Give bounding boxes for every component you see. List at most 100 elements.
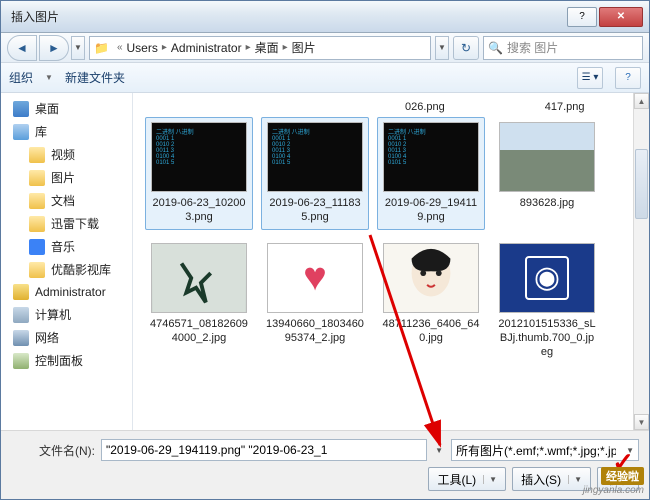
tools-label: 工具(L) bbox=[437, 471, 476, 488]
sidebar-item-label: 控制面板 bbox=[35, 352, 83, 369]
folder-icon bbox=[29, 262, 45, 278]
sidebar-item-youku[interactable]: 优酷影视库 bbox=[1, 258, 132, 281]
file-thumbnail bbox=[499, 243, 595, 313]
sidebar-item-label: 视频 bbox=[51, 146, 75, 163]
sidebar-item-label: 库 bbox=[35, 123, 47, 140]
sidebar-item-desktop[interactable]: 桌面 bbox=[1, 97, 132, 120]
sidebar-item-computer[interactable]: 计算机 bbox=[1, 303, 132, 326]
file-item[interactable]: 893628.jpg bbox=[493, 117, 601, 230]
chevron-right-icon: « bbox=[113, 42, 127, 53]
filename-input[interactable] bbox=[101, 439, 427, 461]
watermark-url: jingyanla.com bbox=[583, 485, 644, 496]
file-item[interactable]: 二进制 八进制0001 10010 20011 30100 40101 5201… bbox=[261, 117, 369, 230]
folder-icon bbox=[29, 216, 45, 232]
sidebar-item-label: Administrator bbox=[35, 285, 106, 299]
tools-menu[interactable]: 工具(L) ▼ bbox=[428, 467, 506, 491]
navigation-bar: ◄ ► ▼ 📁 « Users ▸ Administrator ▸ 桌面 ▸ 图… bbox=[1, 33, 649, 63]
window-title: 插入图片 bbox=[11, 8, 567, 25]
file-thumbnail: 二进制 八进制0001 10010 20011 30100 40101 5 bbox=[151, 122, 247, 192]
titlebar: 插入图片 ? ✕ bbox=[1, 1, 649, 33]
sidebar-item-label: 优酷影视库 bbox=[51, 261, 111, 278]
filetype-label: 所有图片(*.emf;*.wmf;*.jpg;*.jpeg;*.jfif;*.j… bbox=[456, 442, 616, 459]
computer-icon bbox=[13, 307, 29, 323]
user-icon bbox=[13, 284, 29, 300]
file-list[interactable]: 026.png 417.png 二进制 八进制0001 10010 20011 … bbox=[133, 93, 633, 430]
sidebar-item-administrator[interactable]: Administrator bbox=[1, 281, 132, 303]
help-button[interactable]: ? bbox=[615, 67, 641, 89]
file-item[interactable]: 二进制 八进制0001 10010 20011 30100 40101 5 201… bbox=[377, 117, 485, 230]
scroll-thumb[interactable] bbox=[635, 149, 648, 219]
file-thumbnail bbox=[151, 243, 247, 313]
file-thumbnail bbox=[499, 122, 595, 192]
scroll-up-button[interactable]: ▲ bbox=[634, 93, 649, 109]
file-name: 48711236_6406_640.jpg bbox=[382, 317, 480, 346]
chevron-right-icon: ▸ bbox=[242, 42, 255, 53]
search-input[interactable]: 🔍 搜索 图片 bbox=[483, 36, 643, 60]
network-icon bbox=[13, 330, 29, 346]
file-item[interactable]: 2012101515336_sLBJj.thumb.700_0.jpeg bbox=[493, 238, 601, 365]
vertical-scrollbar[interactable]: ▲ ▼ bbox=[633, 93, 649, 430]
file-name: 2012101515336_sLBJj.thumb.700_0.jpeg bbox=[498, 317, 596, 360]
sidebar-item-documents[interactable]: 文档 bbox=[1, 189, 132, 212]
refresh-button[interactable]: ↻ bbox=[453, 36, 479, 60]
file-name-label[interactable]: 417.png bbox=[545, 101, 585, 113]
file-thumbnail bbox=[383, 243, 479, 313]
breadcrumb[interactable]: 图片 bbox=[292, 39, 316, 56]
sidebar: 桌面 库 视频 图片 文档 迅雷下载 音乐 优酷影视库 Administrato… bbox=[1, 93, 133, 430]
nav-forward-button[interactable]: ► bbox=[39, 35, 69, 61]
sidebar-item-xunlei[interactable]: 迅雷下载 bbox=[1, 212, 132, 235]
file-name-label[interactable]: 026.png bbox=[405, 101, 445, 113]
file-thumbnail bbox=[267, 243, 363, 313]
sidebar-item-label: 网络 bbox=[35, 329, 59, 346]
file-item[interactable]: 二进制 八进制0001 10010 20011 30100 40101 5201… bbox=[145, 117, 253, 230]
nav-back-button[interactable]: ◄ bbox=[7, 35, 37, 61]
chevron-right-icon: ▸ bbox=[158, 42, 171, 53]
watermark-text: 经验啦 bbox=[601, 467, 644, 485]
sidebar-item-label: 图片 bbox=[51, 169, 75, 186]
insert-button[interactable]: 插入(S)▼ bbox=[512, 467, 591, 491]
address-dropdown[interactable]: ▼ bbox=[435, 36, 449, 60]
music-icon bbox=[29, 239, 45, 255]
sidebar-item-network[interactable]: 网络 bbox=[1, 326, 132, 349]
new-folder-button[interactable]: 新建文件夹 bbox=[65, 69, 125, 86]
desktop-icon bbox=[13, 101, 29, 117]
chevron-down-icon[interactable]: ▼ bbox=[433, 446, 445, 455]
library-icon bbox=[13, 124, 29, 140]
sidebar-item-label: 计算机 bbox=[35, 306, 71, 323]
file-item[interactable]: 48711236_6406_640.jpg bbox=[377, 238, 485, 365]
folder-icon bbox=[29, 147, 45, 163]
search-placeholder: 搜索 图片 bbox=[507, 39, 558, 56]
organize-menu[interactable]: 组织 bbox=[9, 69, 33, 86]
help-button[interactable]: ? bbox=[567, 7, 597, 27]
address-bar[interactable]: 📁 « Users ▸ Administrator ▸ 桌面 ▸ 图片 bbox=[89, 36, 431, 60]
filetype-dropdown[interactable]: 所有图片(*.emf;*.wmf;*.jpg;*.jpeg;*.jfif;*.j… bbox=[451, 439, 639, 461]
breadcrumb[interactable]: Users bbox=[127, 41, 158, 55]
sidebar-item-videos[interactable]: 视频 bbox=[1, 143, 132, 166]
file-item[interactable]: 4746571_081826094000_2.jpg bbox=[145, 238, 253, 365]
file-thumbnail: 二进制 八进制0001 10010 20011 30100 40101 5 bbox=[383, 122, 479, 192]
scroll-track[interactable] bbox=[634, 109, 649, 414]
file-name: 4746571_081826094000_2.jpg bbox=[150, 317, 248, 346]
breadcrumb[interactable]: 桌面 bbox=[255, 39, 279, 56]
chevron-down-icon: ▼ bbox=[483, 475, 497, 484]
file-name: 2019-06-23_111835.png bbox=[266, 196, 364, 225]
close-button[interactable]: ✕ bbox=[599, 7, 643, 27]
file-name: 13940660_180346095374_2.jpg bbox=[266, 317, 364, 346]
folder-icon bbox=[29, 170, 45, 186]
nav-history-dropdown[interactable]: ▼ bbox=[71, 36, 85, 60]
sidebar-item-pictures[interactable]: 图片 bbox=[1, 166, 132, 189]
file-item[interactable]: 13940660_180346095374_2.jpg bbox=[261, 238, 369, 365]
sidebar-item-libraries[interactable]: 库 bbox=[1, 120, 132, 143]
insert-label: 插入(S) bbox=[521, 471, 561, 488]
chevron-right-icon: ▸ bbox=[279, 42, 292, 53]
breadcrumb[interactable]: Administrator bbox=[171, 41, 242, 55]
sidebar-item-music[interactable]: 音乐 bbox=[1, 235, 132, 258]
scroll-down-button[interactable]: ▼ bbox=[634, 414, 649, 430]
folder-icon bbox=[29, 193, 45, 209]
watermark: 经验啦 jingyanla.com bbox=[583, 467, 644, 496]
sidebar-item-controlpanel[interactable]: 控制面板 bbox=[1, 349, 132, 372]
view-options-button[interactable]: ☰ ▾ bbox=[577, 67, 603, 89]
sidebar-item-label: 音乐 bbox=[51, 238, 75, 255]
file-name: 2019-06-29_194119.png bbox=[382, 196, 480, 225]
sidebar-item-label: 桌面 bbox=[35, 100, 59, 117]
